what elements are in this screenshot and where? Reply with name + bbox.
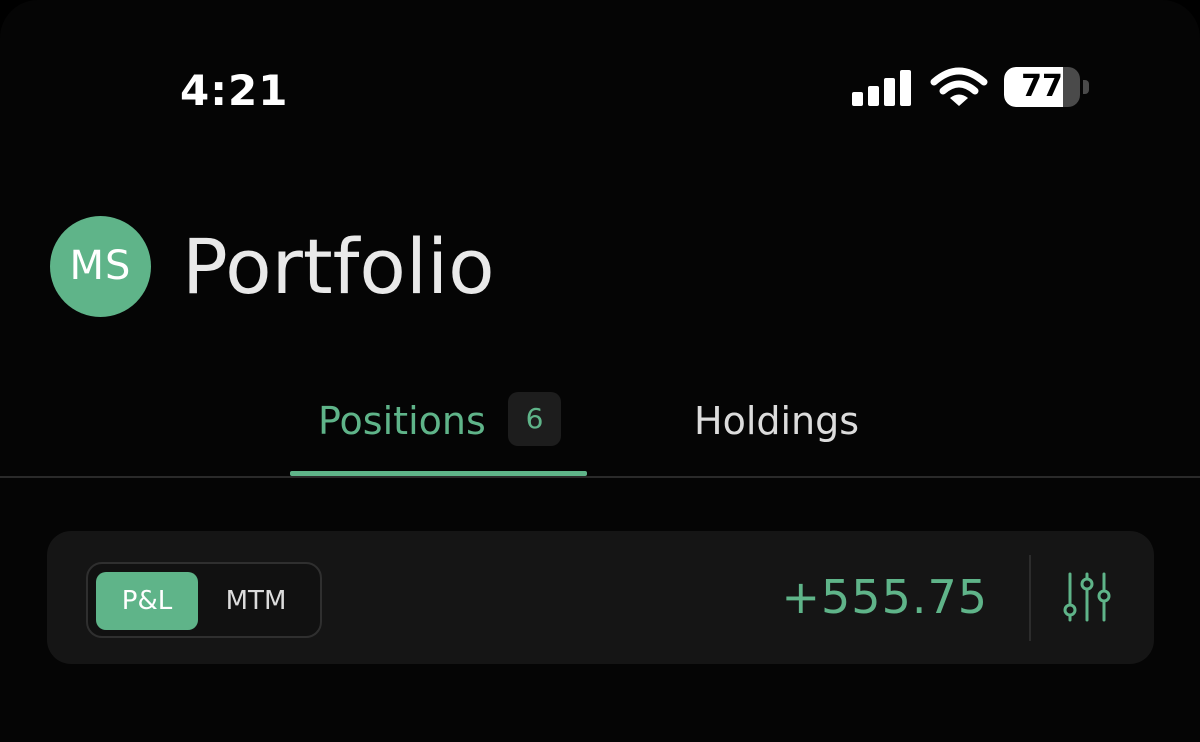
tab-positions-label: Positions [318, 399, 486, 443]
battery-icon: 77 [1004, 67, 1080, 107]
page-title: Portfolio [182, 222, 495, 311]
toggle-option-pnl[interactable]: P&L [96, 572, 198, 630]
pnl-card: P&L MTM +555.75 [47, 531, 1154, 664]
tab-holdings[interactable]: Holdings [694, 398, 859, 444]
battery-percent: 77 [1021, 69, 1063, 104]
pnl-mtm-toggle: P&L MTM [86, 562, 322, 638]
wifi-icon [930, 67, 988, 106]
tab-positions[interactable]: Positions 6 [290, 388, 587, 476]
battery-nub [1083, 80, 1089, 94]
signal-icon [852, 70, 912, 106]
positions-count-badge: 6 [508, 392, 561, 446]
tabs-divider [0, 476, 1200, 478]
toggle-option-mtm[interactable]: MTM [206, 572, 306, 630]
avatar[interactable]: MS [50, 216, 151, 317]
status-time: 4:21 [180, 66, 289, 115]
pnl-value: +555.75 [781, 570, 988, 624]
sliders-icon[interactable] [1061, 571, 1121, 623]
card-divider [1029, 555, 1031, 641]
app-screen: 4:21 77 MS Portfolio Positions 6 Holding… [0, 0, 1200, 742]
